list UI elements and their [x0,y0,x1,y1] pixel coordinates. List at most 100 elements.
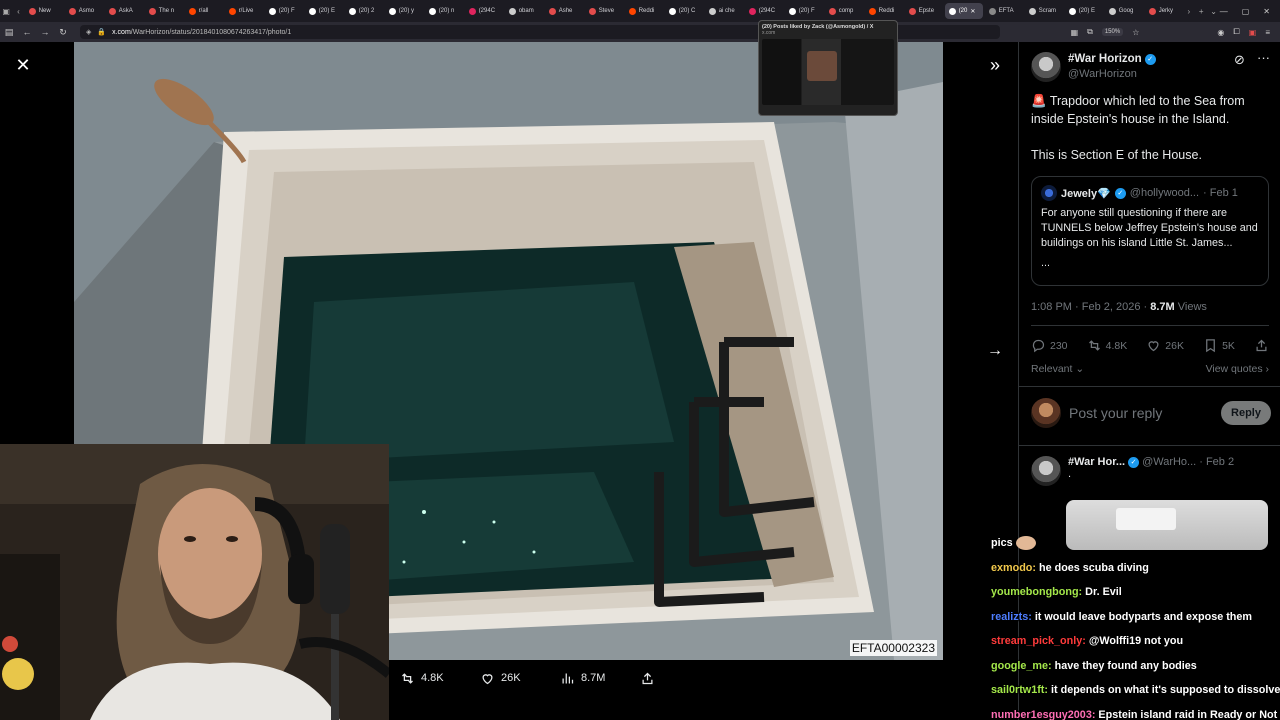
bookmark-star-icon[interactable]: ☆ [1132,28,1139,37]
photo-retweet-button[interactable]: 4.8K [400,671,480,686]
tab-label: comp [838,8,854,14]
retweet-button[interactable]: 4.8K [1087,338,1127,353]
reload-icon[interactable]: ↻ [54,27,72,38]
chat-username[interactable]: number1esguy2003: [991,709,1095,720]
new-tab-icon[interactable]: + [1195,7,1207,16]
reply-tweet[interactable]: #War Hor... ✓ @WarHo... · Feb 2 . [1031,456,1271,486]
browser-tab[interactable]: Jerky [1145,3,1183,19]
browser-tab[interactable]: Goog [1105,3,1143,19]
tab-scroll-right-icon[interactable]: › [1183,7,1195,16]
account-icon[interactable]: ◉ [1217,28,1224,37]
tab-label: obam [518,8,534,14]
photo-like-count: 26K [501,672,521,684]
browser-tab[interactable]: obam [505,3,543,19]
browser-tab[interactable]: (294C [465,3,503,19]
photo-like-button[interactable]: 26K [480,671,560,686]
screenshot-icon[interactable]: ⧉ [1087,27,1093,37]
extensions-icon[interactable]: ⧠ [1233,27,1239,37]
browser-tab[interactable]: Ashe [545,3,583,19]
expand-panel-icon[interactable]: » [984,54,1006,76]
tab-overflow-icon[interactable]: ⌄ [1207,7,1219,16]
browser-tab[interactable]: (20) C [665,3,703,19]
chat-username[interactable]: realizts: [991,611,1032,623]
browser-tab[interactable]: ai che [705,3,743,19]
reply-author-handle[interactable]: @WarHo... [1142,456,1196,468]
browser-tab[interactable]: comp [825,3,863,19]
browser-tab[interactable]: (20 ✕ [944,3,983,19]
tweet-time[interactable]: 1:08 PM · Feb 2, 2026 · [1031,301,1150,313]
reader-view-icon[interactable]: ▦ [1071,28,1079,37]
photo-views-button[interactable]: 8.7M [560,671,640,686]
grok-icon[interactable]: ⊘ [1234,52,1245,68]
browser-tab[interactable]: New [25,3,63,19]
divider [1031,325,1269,326]
tab-close-icon[interactable]: ✕ [970,8,975,15]
photo-share-button[interactable] [640,671,720,686]
browser-tab[interactable]: The n [145,3,183,19]
back-icon[interactable]: ← [18,27,36,37]
browser-tab[interactable]: (20) E [1065,3,1103,19]
chat-username[interactable]: youmebongbong: [991,586,1082,598]
browser-tab[interactable]: (20) n [425,3,463,19]
next-photo-icon[interactable]: → [984,340,1006,362]
minimize-icon[interactable]: — [1220,7,1228,16]
reply-author-avatar[interactable] [1031,456,1061,486]
reply-button[interactable]: 230 [1031,338,1068,353]
browser-tab[interactable]: Steve [585,3,623,19]
browser-tab[interactable]: (20) y [385,3,423,19]
browser-tab[interactable]: (20) E [305,3,343,19]
browser-tab[interactable]: EFTA [985,3,1023,19]
window-close-icon[interactable]: ✕ [1263,7,1270,16]
author-avatar[interactable] [1031,52,1061,82]
sidebar-toggle-icon[interactable]: ▤ [0,27,18,38]
forward-icon[interactable]: → [36,27,54,37]
chat-username[interactable]: google_me: [991,660,1052,672]
tab-list-icon[interactable]: ▣ [0,7,12,16]
author-handle[interactable]: @WarHorizon [1068,67,1156,82]
tab-label: Scram [1038,8,1057,14]
reply-author-name[interactable]: #War Hor... [1068,456,1125,468]
share-button[interactable] [1254,338,1269,353]
chat-username[interactable]: stream_pick_only: [991,635,1086,647]
view-quotes-link[interactable]: View quotes › [1206,363,1269,375]
chat-username[interactable]: sail0rtw1ft: [991,684,1048,696]
more-options-icon[interactable]: ··· [1257,50,1270,65]
user-avatar[interactable] [1031,398,1061,428]
bookmark-button[interactable]: 5K [1203,338,1235,353]
maximize-icon[interactable]: ▢ [1242,7,1250,16]
browser-tab[interactable]: AskA [105,3,143,19]
chat-message: realizts: it would leave bodyparts and e… [991,605,1280,630]
tab-favicon-icon [668,7,676,15]
reply-submit-button[interactable]: Reply [1221,401,1271,425]
like-button[interactable]: 26K [1146,338,1184,353]
browser-tab[interactable]: Reddi [625,3,663,19]
browser-tab[interactable]: (294C [745,3,783,19]
tweet-text: 🚨 Trapdoor which led to the Sea from ins… [1031,92,1271,164]
tab-label: Reddi [878,8,895,14]
tweet-text-line1: Trapdoor which led to the Sea from insid… [1031,94,1245,126]
browser-tab[interactable]: Scram [1025,3,1063,19]
tweet-author[interactable]: #War Horizon ✓ @WarHorizon [1031,52,1156,82]
browser-tab[interactable]: (20) F [265,3,303,19]
author-name[interactable]: #War Horizon [1068,52,1142,67]
browser-tab[interactable]: r/all [185,3,223,19]
zoom-level[interactable]: 150% [1101,28,1124,36]
browser-tab[interactable]: (20) F [785,3,823,19]
extension-badge-icon[interactable]: ▣ [1249,28,1257,37]
browser-tab[interactable]: (20) 2 [345,3,383,19]
tab-label: (20) 2 [358,8,375,14]
relevant-dropdown[interactable]: Relevant ⌄ [1031,363,1084,375]
browser-tab[interactable]: Reddi [865,3,903,19]
webcam-image [0,444,389,720]
reply-input[interactable]: Post your reply [1069,405,1213,421]
quoted-tweet[interactable]: Jewely💎 ✓ @hollywood... · Feb 1 For anyo… [1031,176,1269,286]
tab-scroll-left-icon[interactable]: ‹ [12,7,24,16]
menu-icon[interactable]: ≡ [1265,28,1270,37]
close-icon[interactable]: ✕ [12,54,34,76]
browser-tab[interactable]: r/Live [225,3,263,19]
browser-tab[interactable]: Asmo [65,3,103,19]
chat-username[interactable]: exmodo: [991,562,1036,574]
chat-text: Epstein island raid in Ready or Not [1098,708,1278,720]
heart-icon [482,673,493,684]
browser-tab[interactable]: Epste [905,3,943,19]
